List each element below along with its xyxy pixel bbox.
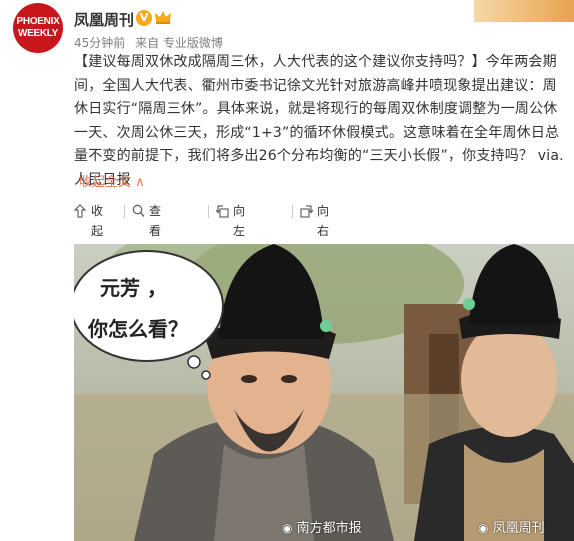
watermark-right-text: 凤凰周刊 <box>492 521 545 536</box>
collapse-arrow-icon <box>74 204 86 218</box>
weibo-logo-icon: ◉ <box>478 521 489 535</box>
watermark-left-text: 南方都市报 <box>296 521 362 536</box>
magnifier-icon <box>132 204 145 218</box>
toolbar-divider <box>292 205 293 218</box>
post-text: 【建议每周双休改成隔周三休，人大代表的这个建议你支持吗？】今年两会期间，全国人大… <box>74 54 564 188</box>
rotate-left-icon <box>216 205 229 218</box>
bubble-line-2: 你怎么看？ <box>88 317 188 341</box>
rotate-left-button[interactable]: 向左旋转 <box>216 201 245 278</box>
bubble-line-1: 元芳 ， <box>100 276 167 300</box>
post-source[interactable]: 来自 专业版微博 <box>135 36 223 50</box>
toolbar-divider <box>208 205 209 218</box>
avatar-text-1: PHOENIX <box>16 16 60 27</box>
post-time[interactable]: 45分钟前 <box>74 36 125 50</box>
watermark-left: ◉ 南方都市报 <box>282 517 362 536</box>
collapse-button[interactable]: 收起 <box>74 201 103 238</box>
vip-crown-icon <box>155 11 171 24</box>
weibo-logo-icon: ◉ <box>282 521 293 535</box>
post-image[interactable]: 元芳 ， 你怎么看？ ◉ 南方都市报 ◉ 凤凰周刊 <box>74 244 574 541</box>
rotate-right-button[interactable]: 向右旋转 <box>300 201 329 278</box>
avatar[interactable]: PHOENIX WEEKLY <box>13 3 63 53</box>
watermark-right: ◉ 凤凰周刊 <box>478 517 545 536</box>
toolbar-divider <box>124 205 125 218</box>
account-name[interactable]: 凤凰周刊 <box>74 9 134 30</box>
verified-badge-icon: V <box>136 10 152 26</box>
card-decoration <box>474 0 574 22</box>
view-large-button[interactable]: 查看大图 <box>132 201 161 278</box>
avatar-text-2: WEEKLY <box>17 28 59 39</box>
post-meta: 45分钟前 来自 专业版微博 <box>74 34 229 51</box>
collapse-label: 收起 <box>91 204 104 238</box>
collapse-full-text-link[interactable]: 收起全文 ∧ <box>79 171 145 190</box>
rotate-right-icon <box>300 205 313 218</box>
